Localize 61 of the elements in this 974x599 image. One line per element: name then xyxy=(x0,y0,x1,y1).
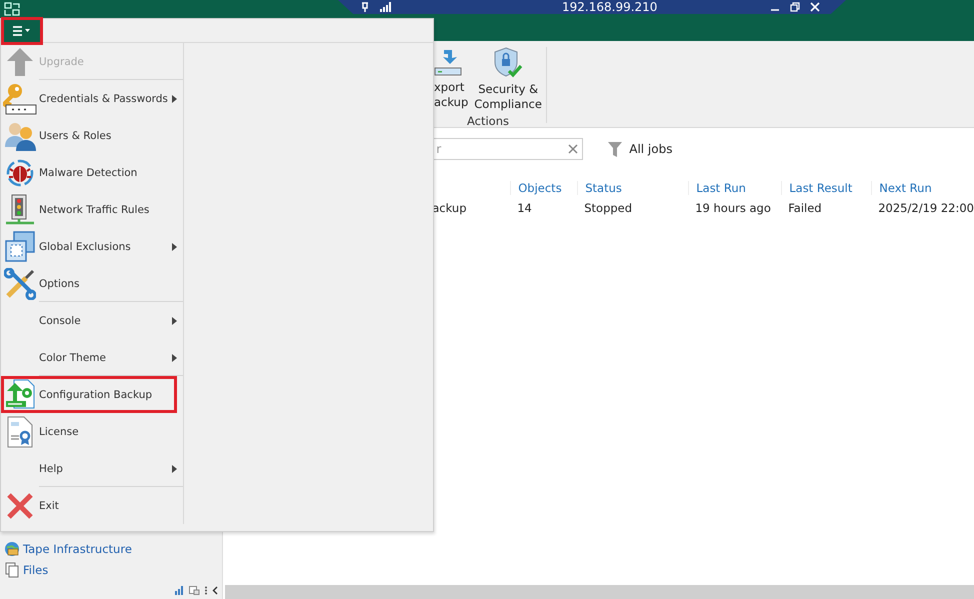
menu-item[interactable]: Exit xyxy=(1,487,183,524)
column-header[interactable]: Last Result xyxy=(781,181,872,195)
close-icon[interactable] xyxy=(810,2,820,12)
export-backup-button[interactable]: xport ackup xyxy=(434,47,468,112)
table-cell-text: Failed xyxy=(787,201,823,215)
submenu-arrow-icon xyxy=(172,316,177,324)
table-cell-text: 19 hours ago xyxy=(694,201,772,215)
menu-item[interactable]: Color Theme xyxy=(1,339,183,376)
menu-item[interactable]: License xyxy=(1,413,183,450)
submenu-arrow-icon xyxy=(172,464,177,472)
menu-item[interactable]: Network Traffic Rules xyxy=(1,191,183,228)
app-logo-icon xyxy=(4,2,20,16)
column-header[interactable]: Objects xyxy=(510,181,578,195)
shield-check-icon xyxy=(493,47,524,79)
config-backup-icon xyxy=(4,378,36,410)
menu-item[interactable]: Users & Roles xyxy=(1,117,183,154)
horizontal-scrollbar[interactable] xyxy=(225,585,974,599)
menu-item[interactable]: Malware Detection xyxy=(1,154,183,191)
clear-icon[interactable] xyxy=(568,144,578,154)
group-label: Actions xyxy=(466,114,509,128)
license-certificate-icon xyxy=(6,416,34,448)
wrench-screwdriver-icon xyxy=(4,268,36,300)
exclusion-squares-icon xyxy=(4,230,36,262)
table-cell-text: 14 xyxy=(516,201,533,215)
pin-icon[interactable] xyxy=(360,2,370,12)
menu-item[interactable]: Console xyxy=(1,302,183,339)
submenu-arrow-icon xyxy=(172,354,177,362)
key-icon xyxy=(3,82,37,114)
submenu-arrow-icon xyxy=(172,242,177,250)
table-cell-text: ackup xyxy=(431,201,468,215)
main-menu-button[interactable] xyxy=(4,20,40,42)
export-icon xyxy=(434,47,462,77)
filter-button[interactable]: All jobs xyxy=(608,142,672,156)
menu-item[interactable]: Global Exclusions xyxy=(1,228,183,265)
files-icon xyxy=(4,562,20,578)
menu-item[interactable]: Credentials & Passwords xyxy=(1,80,183,117)
submenu-arrow-icon xyxy=(172,94,177,102)
up-arrow-icon xyxy=(5,46,35,76)
security-compliance-button[interactable]: Security & Compliance xyxy=(474,47,542,112)
navigation-item[interactable]: Files xyxy=(4,559,222,580)
connection-address: 192.168.99.210 xyxy=(562,0,658,14)
menu-item[interactable]: Configuration Backup xyxy=(1,376,177,413)
menu-icon xyxy=(13,26,31,36)
menu-item[interactable]: Help xyxy=(1,450,183,487)
cross-icon xyxy=(6,492,34,520)
navigation-item[interactable]: Tape Infrastructure xyxy=(4,538,222,559)
window-icon[interactable] xyxy=(189,586,200,595)
table-cell-text: Stopped xyxy=(583,201,634,215)
more-icon[interactable] xyxy=(204,586,208,595)
restore-icon[interactable] xyxy=(790,2,800,12)
menu-item[interactable]: Options xyxy=(1,265,183,302)
tape-globe-icon xyxy=(4,540,20,556)
signal-icon xyxy=(380,2,392,12)
filter-icon xyxy=(608,142,622,156)
traffic-light-icon xyxy=(4,194,36,226)
table-cell-text: 2025/2/19 22:00 xyxy=(877,201,974,215)
chart-icon[interactable] xyxy=(175,586,186,595)
column-header[interactable]: Status xyxy=(577,181,688,195)
users-icon xyxy=(4,120,36,150)
column-header[interactable]: Next Run xyxy=(871,181,974,195)
column-header[interactable]: Last Run xyxy=(688,181,782,195)
